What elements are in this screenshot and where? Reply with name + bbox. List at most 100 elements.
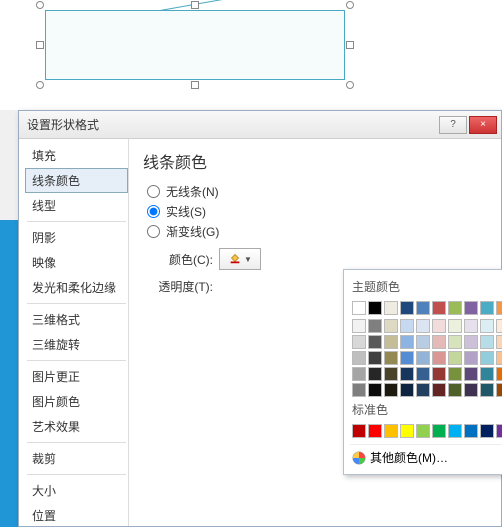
color-swatch[interactable]	[384, 424, 398, 438]
color-swatch[interactable]	[384, 351, 398, 365]
color-swatch[interactable]	[480, 424, 494, 438]
color-swatch[interactable]	[400, 301, 414, 315]
resize-handle[interactable]	[191, 81, 199, 89]
color-swatch[interactable]	[464, 319, 478, 333]
color-swatch[interactable]	[464, 351, 478, 365]
resize-handle[interactable]	[36, 1, 44, 9]
color-swatch[interactable]	[464, 424, 478, 438]
color-swatch[interactable]	[400, 335, 414, 349]
color-swatch[interactable]	[496, 383, 502, 397]
color-swatch[interactable]	[400, 351, 414, 365]
resize-handle[interactable]	[36, 81, 44, 89]
color-swatch[interactable]	[448, 383, 462, 397]
sidebar-item[interactable]: 图片更正	[25, 364, 128, 389]
color-swatch[interactable]	[384, 335, 398, 349]
radio-no-line[interactable]: 无线条(N)	[147, 183, 487, 200]
color-swatch[interactable]	[496, 335, 502, 349]
color-swatch[interactable]	[368, 319, 382, 333]
color-swatch[interactable]	[448, 319, 462, 333]
sidebar-item[interactable]: 三维格式	[25, 307, 128, 332]
color-swatch[interactable]	[496, 319, 502, 333]
color-swatch[interactable]	[352, 351, 366, 365]
color-swatch[interactable]	[384, 319, 398, 333]
color-swatch[interactable]	[432, 319, 446, 333]
color-swatch[interactable]	[368, 424, 382, 438]
sidebar-item[interactable]: 线型	[25, 193, 128, 218]
color-swatch[interactable]	[432, 424, 446, 438]
color-swatch[interactable]	[400, 383, 414, 397]
color-swatch[interactable]	[448, 301, 462, 315]
radio-solid-line[interactable]: 实线(S)	[147, 203, 487, 220]
color-swatch[interactable]	[368, 351, 382, 365]
color-swatch[interactable]	[352, 383, 366, 397]
sidebar-item[interactable]: 艺术效果	[25, 414, 128, 439]
color-swatch[interactable]	[432, 335, 446, 349]
color-swatch[interactable]	[352, 424, 366, 438]
color-swatch[interactable]	[432, 301, 446, 315]
color-swatch[interactable]	[496, 301, 502, 315]
color-swatch[interactable]	[384, 383, 398, 397]
color-swatch[interactable]	[432, 367, 446, 381]
sidebar-item[interactable]: 发光和柔化边缘	[25, 275, 128, 300]
color-dropdown-button[interactable]: ▼	[219, 248, 261, 270]
color-swatch[interactable]	[384, 301, 398, 315]
resize-handle[interactable]	[346, 1, 354, 9]
resize-handle[interactable]	[346, 81, 354, 89]
color-swatch[interactable]	[432, 383, 446, 397]
color-swatch[interactable]	[448, 351, 462, 365]
color-swatch[interactable]	[480, 383, 494, 397]
sidebar-item[interactable]: 图片颜色	[25, 389, 128, 414]
color-swatch[interactable]	[368, 367, 382, 381]
color-swatch[interactable]	[448, 335, 462, 349]
color-swatch[interactable]	[384, 367, 398, 381]
color-swatch[interactable]	[416, 335, 430, 349]
more-colors-item[interactable]: 其他颜色(M)…	[350, 444, 502, 468]
color-swatch[interactable]	[416, 301, 430, 315]
color-swatch[interactable]	[480, 367, 494, 381]
sidebar-item[interactable]: 三维旋转	[25, 332, 128, 357]
color-swatch[interactable]	[352, 367, 366, 381]
color-swatch[interactable]	[448, 367, 462, 381]
color-swatch[interactable]	[400, 367, 414, 381]
color-swatch[interactable]	[416, 383, 430, 397]
color-swatch[interactable]	[464, 367, 478, 381]
color-swatch[interactable]	[496, 424, 502, 438]
color-swatch[interactable]	[448, 424, 462, 438]
color-swatch[interactable]	[416, 424, 430, 438]
color-swatch[interactable]	[464, 383, 478, 397]
selected-shape[interactable]	[40, 5, 350, 85]
resize-handle[interactable]	[191, 1, 199, 9]
sidebar-item[interactable]: 位置	[25, 503, 128, 526]
canvas-area[interactable]	[0, 0, 502, 110]
close-button[interactable]: ×	[469, 116, 497, 134]
help-button[interactable]: ?	[439, 116, 467, 134]
color-swatch[interactable]	[368, 335, 382, 349]
color-swatch[interactable]	[416, 351, 430, 365]
resize-handle[interactable]	[346, 41, 354, 49]
sidebar-item[interactable]: 裁剪	[25, 446, 128, 471]
color-swatch[interactable]	[464, 301, 478, 315]
sidebar-item[interactable]: 映像	[25, 250, 128, 275]
color-swatch[interactable]	[480, 319, 494, 333]
color-swatch[interactable]	[480, 351, 494, 365]
color-swatch[interactable]	[352, 335, 366, 349]
color-swatch[interactable]	[496, 351, 502, 365]
resize-handle[interactable]	[36, 41, 44, 49]
sidebar-item[interactable]: 阴影	[25, 225, 128, 250]
color-swatch[interactable]	[432, 351, 446, 365]
color-swatch[interactable]	[416, 319, 430, 333]
radio-input[interactable]	[147, 205, 160, 218]
color-swatch[interactable]	[352, 319, 366, 333]
color-swatch[interactable]	[368, 301, 382, 315]
radio-gradient-line[interactable]: 渐变线(G)	[147, 223, 487, 240]
color-swatch[interactable]	[480, 301, 494, 315]
color-swatch[interactable]	[480, 335, 494, 349]
sidebar-item[interactable]: 线条颜色	[25, 168, 128, 193]
color-swatch[interactable]	[416, 367, 430, 381]
color-swatch[interactable]	[400, 424, 414, 438]
color-swatch[interactable]	[464, 335, 478, 349]
color-swatch[interactable]	[496, 367, 502, 381]
sidebar-item[interactable]: 大小	[25, 478, 128, 503]
dialog-titlebar[interactable]: 设置形状格式 ? ×	[19, 111, 501, 139]
color-swatch[interactable]	[368, 383, 382, 397]
